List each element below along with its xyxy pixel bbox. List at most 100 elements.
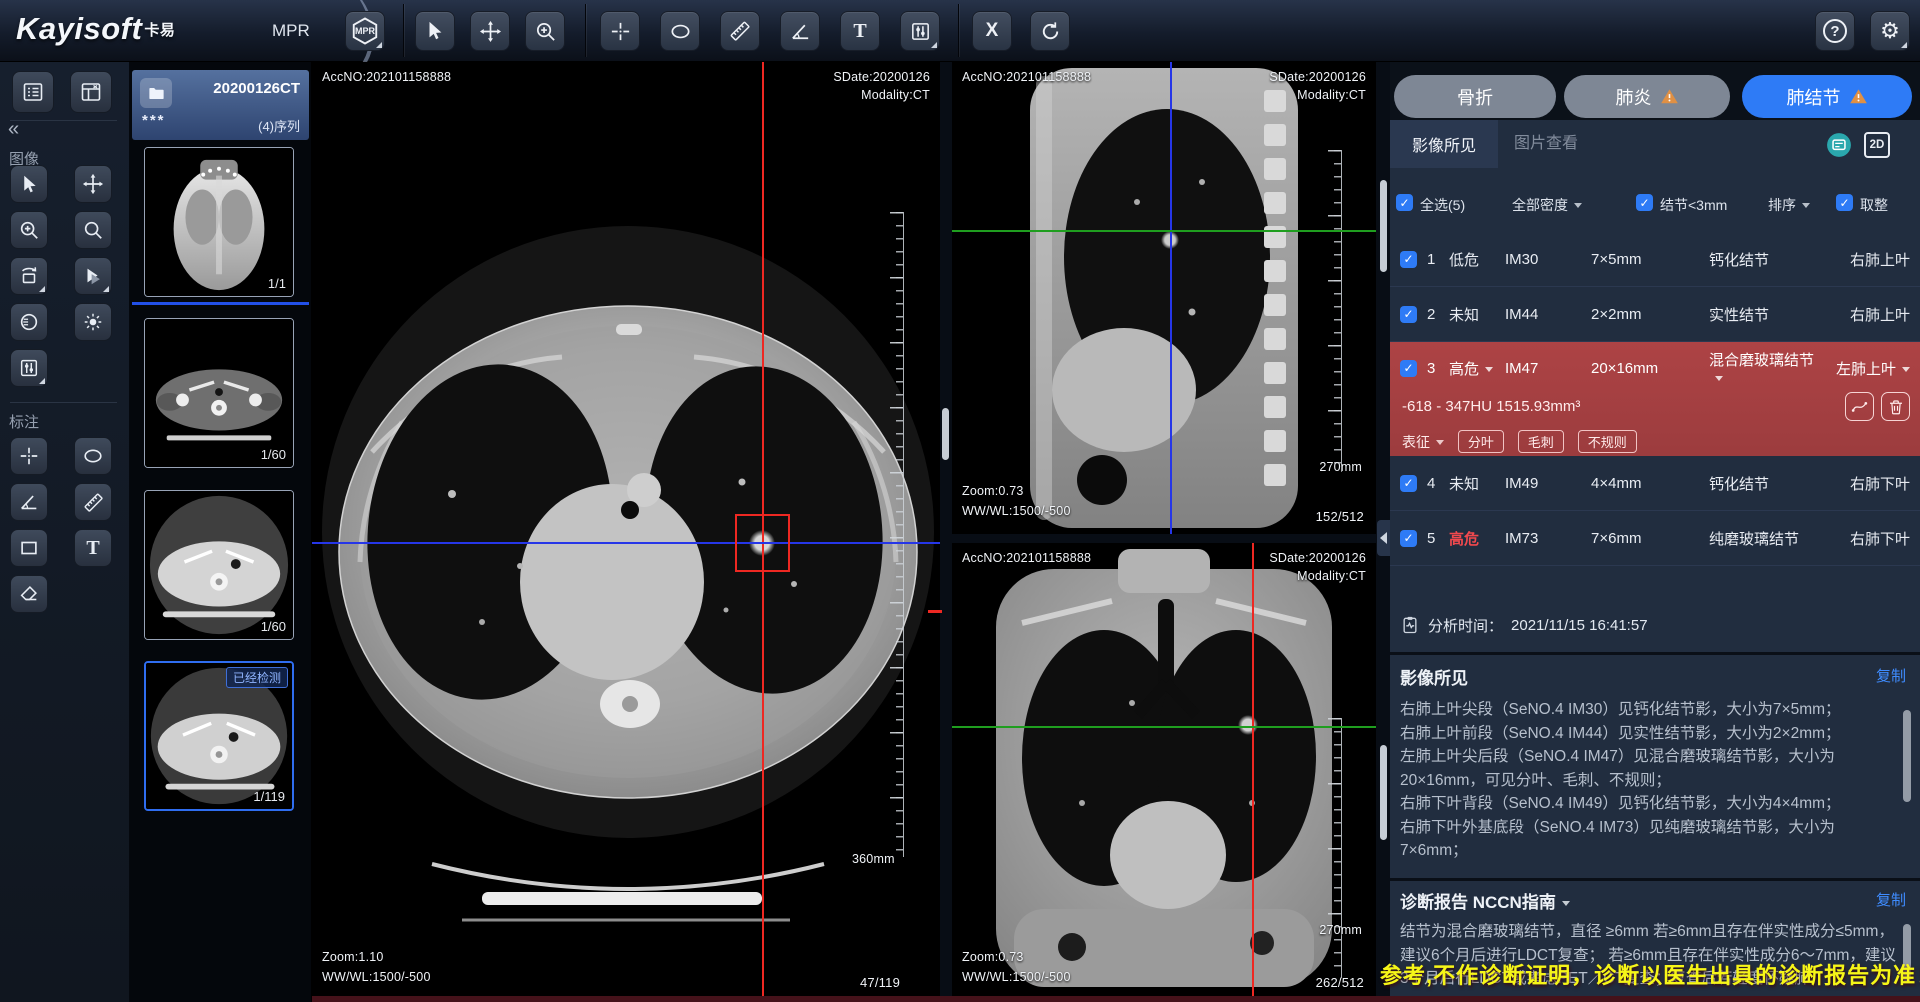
axial-crosshair-horizontal[interactable] — [312, 542, 940, 544]
nodule-row-3-selected[interactable]: 3 高危 IM47 20×16mm 混合磨玻璃结节 左肺上叶 -618 - 34… — [1390, 342, 1920, 456]
sort-dropdown[interactable]: 排序 — [1768, 195, 1810, 215]
nodule-row-1[interactable]: 1 低危 IM30 7×5mm 钙化结节 右肺上叶 — [1390, 232, 1920, 287]
series-thumbnail-scout[interactable]: 1/1 — [144, 147, 294, 297]
findings-scrollbar-thumb[interactable] — [1903, 710, 1911, 802]
feature-chip-irregular[interactable]: 不规则 — [1578, 430, 1637, 453]
annotate-eraser-button[interactable] — [10, 575, 48, 613]
collapse-sidebar-button[interactable]: « — [8, 118, 19, 141]
zoom-tool-button[interactable] — [525, 11, 565, 51]
axial-viewport[interactable]: AccNO:202101158888 SDate:20200126 Modali… — [312, 62, 940, 1002]
eraser-icon — [18, 583, 40, 605]
angle-tool-button[interactable] — [780, 11, 820, 51]
collapse-panel-handle[interactable] — [1377, 520, 1390, 556]
sidebar-cine-play-button[interactable] — [74, 257, 112, 295]
sagittal-crosshair-vertical[interactable] — [1170, 62, 1172, 534]
nodule-checkbox[interactable] — [1400, 360, 1417, 377]
copy-report-button[interactable]: 复制 — [1876, 889, 1906, 910]
round-label[interactable]: 取整 — [1860, 195, 1888, 215]
text-annotation-button[interactable]: T — [840, 11, 880, 51]
sagittal-crosshair-horizontal[interactable] — [952, 230, 1376, 232]
density-filter-label: 全部密度 — [1512, 197, 1568, 213]
report-title-dropdown[interactable]: 诊断报告 NCCN指南 — [1400, 888, 1570, 913]
help-button[interactable]: ? — [1815, 11, 1855, 51]
coronal-crosshair-vertical[interactable] — [1252, 543, 1254, 1002]
copy-findings-button[interactable]: 复制 — [1876, 665, 1906, 686]
section-divider — [1390, 652, 1920, 655]
feature-dropdown[interactable]: 表征 — [1402, 434, 1444, 450]
pan-tool-button[interactable] — [470, 11, 510, 51]
sidebar-invert-button[interactable] — [10, 303, 48, 341]
axial-zoom-level: Zoom:1.10 — [322, 950, 384, 964]
coronal-crosshair-horizontal[interactable] — [952, 726, 1376, 728]
delete-annotation-button[interactable]: X — [972, 11, 1012, 51]
small-nodule-label[interactable]: 结节<3mm — [1660, 195, 1727, 215]
sidebar-brightness-button[interactable] — [74, 303, 112, 341]
nodule-checkbox[interactable] — [1400, 306, 1417, 323]
open-study-button[interactable] — [140, 78, 172, 108]
coronal-viewport[interactable]: AccNO:202101158888 SDate:20200126 Modali… — [952, 543, 1376, 1002]
findings-line: 左肺上叶尖后段（SeNO.4 IM47）见混合磨玻璃结节影，大小为20×16mm… — [1400, 745, 1898, 792]
feature-chip-lobulation[interactable]: 分叶 — [1458, 430, 1504, 453]
nodule-checkbox[interactable] — [1400, 530, 1417, 547]
sidebar-pointer-button[interactable] — [10, 165, 48, 203]
series-thumbnail-soft[interactable]: 1/60 — [144, 490, 294, 640]
annotate-ellipse-button[interactable] — [74, 437, 112, 475]
nodule-checkbox[interactable] — [1400, 475, 1417, 492]
module-tab-lung-nodule[interactable]: 肺结节 — [1742, 75, 1912, 118]
tab-image-view[interactable]: 图片查看 — [1514, 120, 1578, 168]
ellipse-annotation-button[interactable] — [660, 11, 700, 51]
ruler-tool-button[interactable] — [720, 11, 760, 51]
select-all-label[interactable]: 全选(5) — [1420, 195, 1465, 215]
report-feedback-button[interactable] — [1826, 132, 1852, 158]
slice-position-marker — [928, 610, 942, 613]
report-list-button[interactable] — [12, 71, 54, 113]
annotate-angle-button[interactable] — [10, 483, 48, 521]
select-all-checkbox[interactable] — [1396, 194, 1413, 211]
sidebar-zoom-in-button[interactable] — [10, 211, 48, 249]
nodule-roi-box[interactable] — [735, 514, 790, 572]
analysis-time-row: 分析时间： 2021/11/15 16:41:57 — [1390, 602, 1920, 648]
study-header[interactable]: 20200126CT *** (4)序列 — [132, 70, 309, 140]
nodule-location-dropdown[interactable]: 左肺上叶 — [1816, 358, 1910, 379]
histogram-curve-button[interactable] — [1845, 392, 1874, 421]
nodule-row-2[interactable]: 2 未知 IM44 2×2mm 实性结节 右肺上叶 — [1390, 287, 1920, 342]
sidebar-divider — [10, 120, 117, 121]
sidebar-rotate-button[interactable] — [10, 257, 48, 295]
nodule-row-5[interactable]: 5 高危 IM73 7×6mm 纯磨玻璃结节 右肺下叶 — [1390, 511, 1920, 566]
mpr-mode-label: MPR — [272, 0, 310, 62]
mpr-layout-button[interactable]: MPR — [345, 11, 385, 51]
patient-name-masked: *** — [142, 112, 166, 129]
annotate-rectangle-button[interactable] — [10, 529, 48, 567]
nodule-type-dropdown[interactable]: 混合磨玻璃结节 — [1709, 349, 1816, 387]
sidebar-pan-button[interactable] — [74, 165, 112, 203]
axial-scrollbar-thumb[interactable] — [942, 408, 949, 460]
window-level-button[interactable] — [900, 11, 940, 51]
module-tab-fracture[interactable]: 骨折 — [1394, 75, 1556, 118]
density-filter-dropdown[interactable]: 全部密度 — [1512, 195, 1582, 215]
module-tab-pneumonia[interactable]: 肺炎 — [1564, 75, 1730, 118]
tab-image-findings[interactable]: 影像所见 — [1390, 120, 1498, 168]
toggle-2d-button[interactable]: 2D — [1864, 132, 1890, 158]
nodule-checkbox[interactable] — [1400, 251, 1417, 268]
crosshair-annotation-button[interactable] — [600, 11, 640, 51]
round-checkbox[interactable] — [1836, 194, 1853, 211]
annotate-point-button[interactable] — [10, 437, 48, 475]
views-scrollbar-thumb[interactable] — [1380, 180, 1387, 272]
annotate-ruler-button[interactable] — [74, 483, 112, 521]
pointer-tool-button[interactable] — [415, 11, 455, 51]
feature-chip-spiculation[interactable]: 毛刺 — [1518, 430, 1564, 453]
sagittal-viewport[interactable]: AccNO:202101158888 SDate:20200126 Modali… — [952, 62, 1376, 534]
nodule-row-4[interactable]: 4 未知 IM49 4×4mm 钙化结节 右肺下叶 — [1390, 456, 1920, 511]
small-nodule-checkbox[interactable] — [1636, 194, 1653, 211]
sidebar-magnify-button[interactable] — [74, 211, 112, 249]
series-thumbnail-bone[interactable]: 1/60 — [144, 318, 294, 468]
sidebar-window-level-button[interactable] — [10, 349, 48, 387]
series-thumbnail-detected[interactable]: 已经检测 1/119 — [144, 661, 294, 811]
views-scrollbar-thumb-lower[interactable] — [1380, 745, 1387, 840]
annotate-text-button[interactable]: T — [74, 529, 112, 567]
reset-view-button[interactable] — [1030, 11, 1070, 51]
close-layout-button[interactable] — [70, 71, 112, 113]
nodule-grade-dropdown[interactable]: 高危 — [1449, 358, 1505, 379]
settings-button[interactable]: ⚙ — [1870, 11, 1910, 51]
delete-nodule-button[interactable] — [1881, 392, 1910, 421]
